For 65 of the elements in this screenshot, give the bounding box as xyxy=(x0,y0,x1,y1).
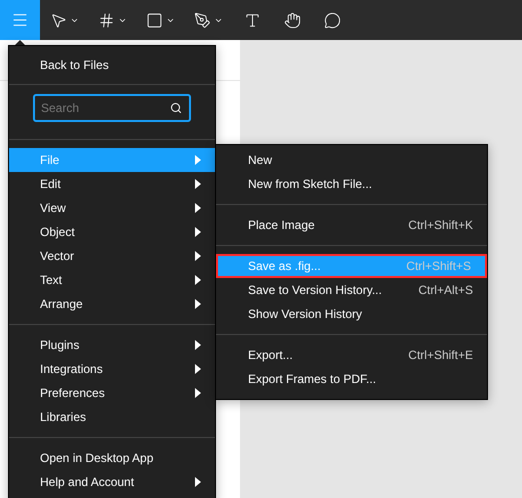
menu-item-label: Integrations xyxy=(40,362,103,376)
caret-icon xyxy=(195,340,201,350)
shortcut-text: Ctrl+Alt+S xyxy=(418,283,473,297)
menu-item[interactable]: Help and Account xyxy=(9,470,215,494)
menu-item[interactable]: Arrange xyxy=(9,292,215,316)
menu-item[interactable]: View xyxy=(9,196,215,220)
menu-item-label: View xyxy=(40,201,66,215)
speech-bubble-icon xyxy=(324,12,340,28)
shortcut-text: Ctrl+Shift+K xyxy=(408,218,473,232)
menu-item-label: Show Version History xyxy=(248,307,362,321)
menu-item-label: Text xyxy=(40,273,62,287)
caret-icon xyxy=(195,203,201,213)
caret-icon xyxy=(195,388,201,398)
menu-item[interactable]: Vector xyxy=(9,244,215,268)
menu-item[interactable]: Edit xyxy=(9,172,215,196)
menu-item-label: Edit xyxy=(40,177,61,191)
menu-item-label: Export Frames to PDF... xyxy=(248,372,376,386)
search-field[interactable]: Search xyxy=(33,94,191,122)
menu-item[interactable]: Plugins xyxy=(9,333,215,357)
menu-item-label: New from Sketch File... xyxy=(248,177,372,191)
caret-icon xyxy=(195,155,201,165)
menu-item-label: Object xyxy=(40,225,75,239)
menu-item[interactable]: Integrations xyxy=(9,357,215,381)
menu-item[interactable]: Open in Desktop App xyxy=(9,446,215,470)
menu-item[interactable]: Preferences xyxy=(9,381,215,405)
text-icon xyxy=(244,12,260,28)
menu-item-label: Save as .fig... xyxy=(248,259,321,273)
menu-item-label: Vector xyxy=(40,249,74,263)
pointer-icon xyxy=(50,12,66,28)
menu-item[interactable]: Save to Version History... Ctrl+Alt+S xyxy=(216,278,487,302)
menu-item-label: Plugins xyxy=(40,338,80,352)
menu-item-label: Preferences xyxy=(40,386,105,400)
menu-item[interactable]: Back to Files xyxy=(9,53,215,77)
menu-item-label: File xyxy=(40,153,60,167)
caret-icon xyxy=(195,179,201,189)
search-icon xyxy=(170,102,182,114)
square-icon xyxy=(146,12,162,28)
menu-item[interactable]: Show Version History xyxy=(216,302,487,326)
caret-icon xyxy=(195,299,201,309)
shortcut-text: Ctrl+Shift+S xyxy=(406,259,471,273)
caret-icon xyxy=(195,477,201,487)
hand-icon xyxy=(284,12,300,28)
menu-item[interactable]: New xyxy=(216,148,487,172)
shortcut-text: Ctrl+Shift+E xyxy=(408,348,473,362)
menu-item[interactable]: Object xyxy=(9,220,215,244)
caret-icon xyxy=(195,251,201,261)
menu-item[interactable]: Place Image Ctrl+Shift+K xyxy=(216,213,487,237)
menu-item-label: Save to Version History... xyxy=(248,283,382,297)
menu-item-label: Open in Desktop App xyxy=(40,451,154,465)
pen-icon xyxy=(194,12,210,28)
menu-item-label: Export... xyxy=(248,348,293,362)
menu-item-label: Arrange xyxy=(40,297,83,311)
caret-icon xyxy=(195,275,201,285)
hash-icon xyxy=(98,12,114,28)
menu-item-label: New xyxy=(248,153,272,167)
menu-item-label: Libraries xyxy=(40,410,86,424)
caret-icon xyxy=(195,364,201,374)
menu-item-label: Help and Account xyxy=(40,475,134,489)
menu-item[interactable]: New from Sketch File... xyxy=(216,172,487,196)
menu-item[interactable]: Export Frames to PDF... xyxy=(216,367,487,391)
menu-item[interactable]: Libraries xyxy=(9,405,215,429)
menu-item[interactable]: Export... Ctrl+Shift+E xyxy=(216,343,487,367)
menu-item[interactable]: Text xyxy=(9,268,215,292)
menu-item-label: Place Image xyxy=(248,218,315,232)
caret-icon xyxy=(195,227,201,237)
